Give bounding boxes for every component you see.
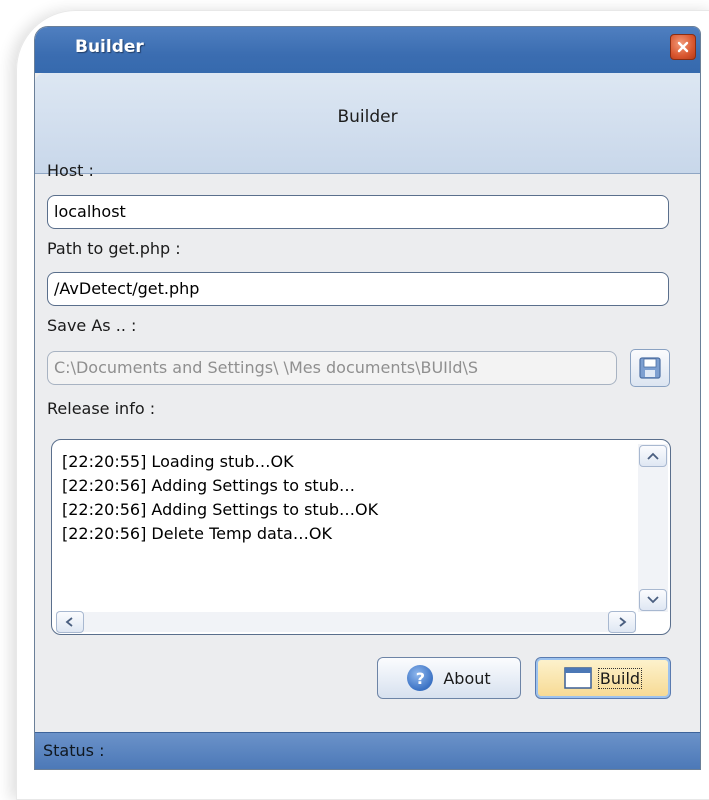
scroll-down-button[interactable] — [639, 589, 667, 611]
scroll-right-button[interactable] — [608, 611, 636, 633]
horizontal-scrollbar[interactable] — [56, 611, 636, 633]
window-title: Builder — [75, 37, 144, 57]
builder-window: Builder Builder Host : localhost Path to… — [34, 26, 701, 770]
close-button[interactable] — [670, 34, 696, 60]
chevron-up-icon — [647, 452, 659, 460]
save-as-browse-button[interactable] — [630, 349, 670, 387]
path-label: Path to get.php : — [47, 239, 181, 258]
release-info-label: Release info : — [47, 399, 156, 418]
log-line: [22:20:56] Adding Settings to stub… — [62, 476, 355, 495]
floppy-disk-icon — [639, 357, 661, 379]
save-as-label: Save As .. : — [47, 316, 137, 335]
path-input[interactable]: /AvDetect/get.php — [47, 272, 669, 306]
status-text: Status : — [43, 741, 105, 760]
vertical-scrollbar[interactable] — [638, 444, 668, 612]
host-input[interactable]: localhost — [47, 195, 669, 229]
log-lines: [22:20:55] Loading stub…OK [22:20:56] Ad… — [62, 450, 378, 546]
chevron-right-icon — [619, 617, 627, 627]
help-icon: ? — [407, 665, 434, 691]
log-line: [22:20:56] Adding Settings to stub…OK — [62, 500, 379, 519]
title-bar[interactable]: Builder — [35, 27, 700, 73]
about-button[interactable]: ? About — [377, 657, 521, 699]
build-button-label: Build — [597, 667, 643, 689]
log-line: [22:20:56] Delete Temp data…OK — [62, 524, 332, 543]
close-icon — [677, 41, 689, 53]
save-as-input: C:\Documents and Settings\ \Mes document… — [47, 351, 617, 385]
scroll-left-button[interactable] — [56, 611, 84, 633]
release-info-log[interactable]: [22:20:55] Loading stub…OK [22:20:56] Ad… — [51, 439, 671, 635]
window-icon — [564, 667, 592, 689]
build-button[interactable]: Build — [535, 657, 671, 699]
log-line: [22:20:55] Loading stub…OK — [62, 452, 294, 471]
chevron-down-icon — [647, 596, 659, 604]
about-button-label: About — [443, 668, 491, 688]
chevron-left-icon — [65, 617, 73, 627]
status-bar: Status : — [35, 732, 700, 769]
header-band: Builder — [35, 73, 700, 174]
scroll-up-button[interactable] — [639, 445, 667, 467]
host-label: Host : — [47, 161, 94, 180]
header-title: Builder — [337, 107, 398, 127]
